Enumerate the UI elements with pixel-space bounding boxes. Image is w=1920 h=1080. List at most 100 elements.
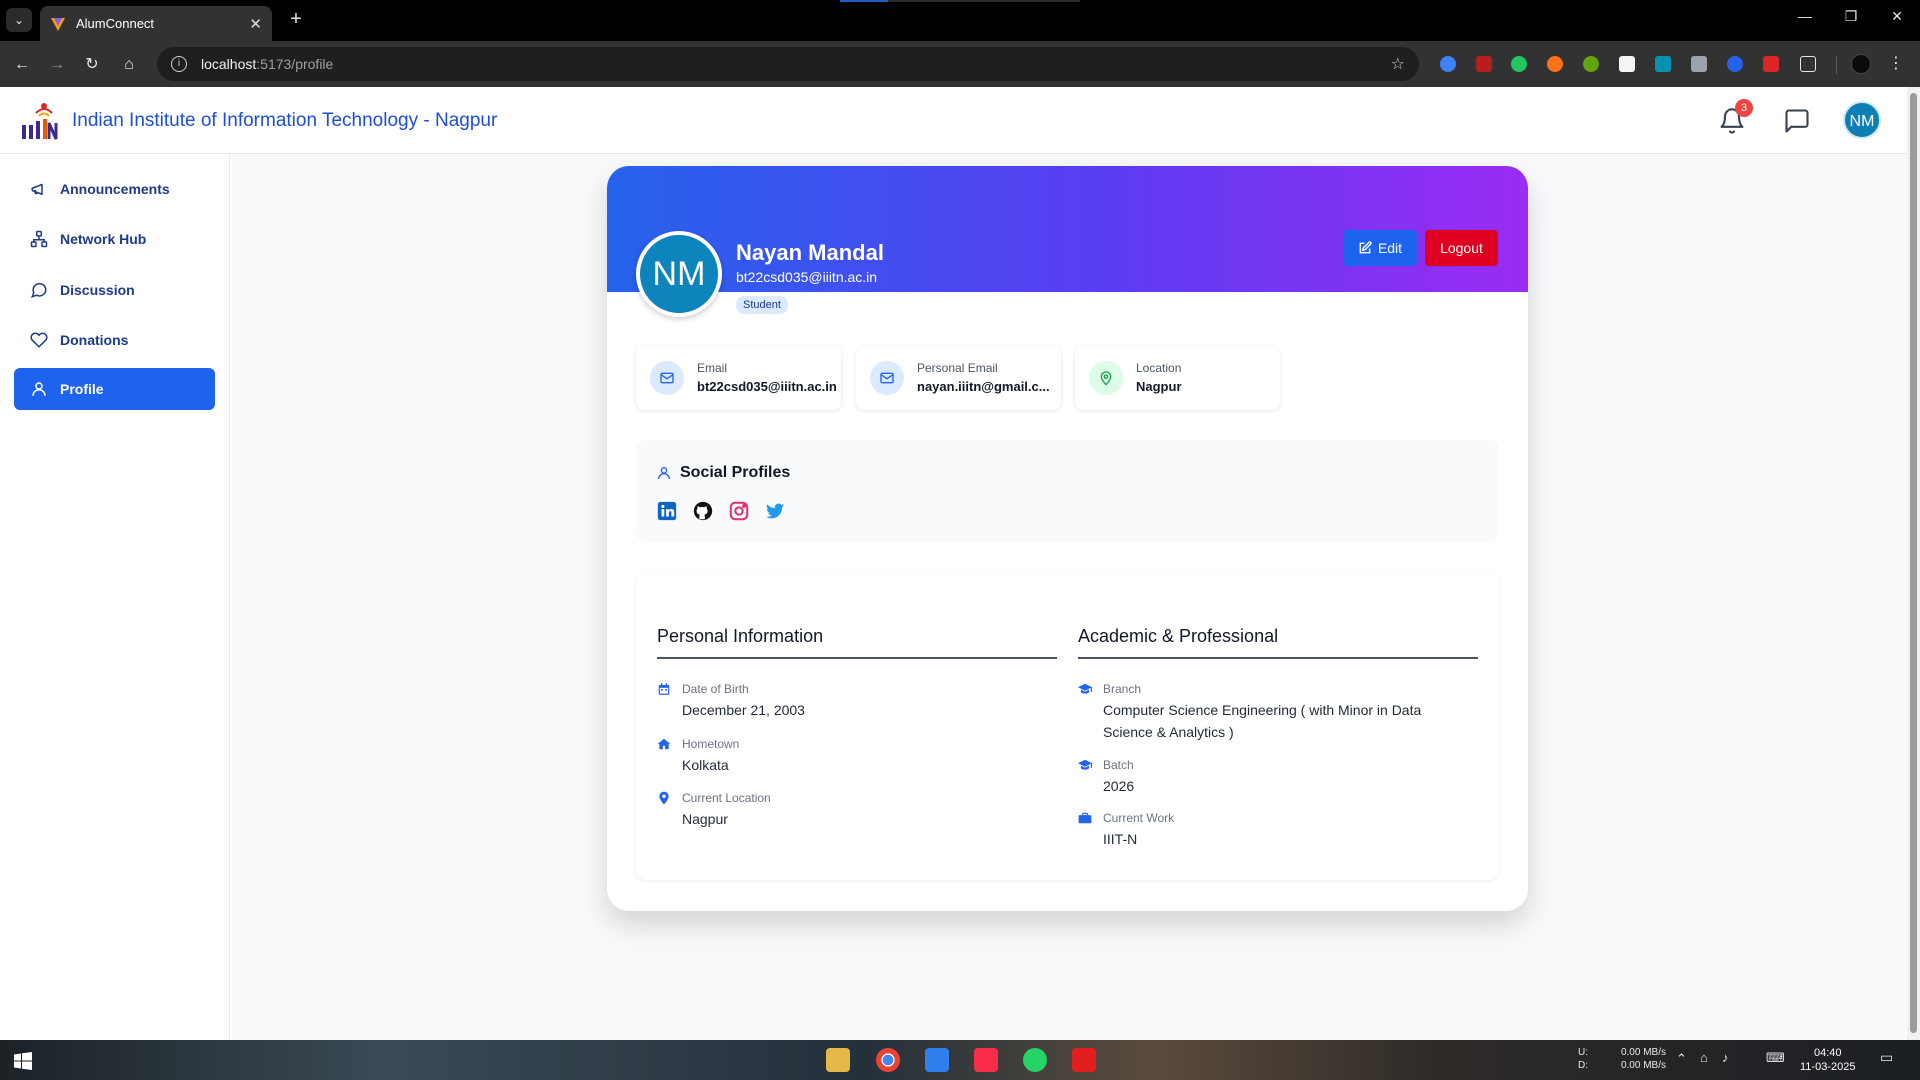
row-value: 2026 <box>1103 778 1135 794</box>
site-info-icon[interactable]: i <box>171 56 187 72</box>
tab-search-button[interactable]: ⌄ <box>6 8 32 32</box>
sidebar-item-label: Donations <box>60 332 129 348</box>
extension-icon[interactable] <box>1655 56 1671 72</box>
profile-name: Nayan Mandal <box>736 240 884 265</box>
row-label: Current Work <box>1103 811 1175 825</box>
home-icon <box>657 738 671 750</box>
extension-icon[interactable] <box>1691 56 1707 72</box>
browser-tab-strip: ⌄ AlumConnect ✕ + — ❐ ✕ <box>0 0 1920 41</box>
restore-button[interactable]: ❐ <box>1828 8 1874 25</box>
twitter-icon[interactable] <box>764 500 786 522</box>
user-icon <box>32 382 46 396</box>
profile-card: NM Nayan Mandal bt22csd035@iiitn.ac.in S… <box>607 166 1528 911</box>
profile-avatar: NM <box>636 231 722 317</box>
net-rates: 0.00 MB/s 0.00 MB/s <box>1616 1046 1666 1072</box>
page-scrollbar[interactable] <box>1907 87 1920 1040</box>
ublock-extension-icon[interactable] <box>1476 56 1492 72</box>
contact-label: Email <box>697 361 728 375</box>
browser-tab[interactable]: AlumConnect ✕ <box>40 6 272 41</box>
contact-label: Personal Email <box>917 361 998 375</box>
browser-toolbar: ← → ↻ ⌂ i localhost :5173/profile ☆ ⋮ <box>0 41 1920 87</box>
extensions-puzzle-icon[interactable] <box>1800 56 1816 72</box>
extension-icon[interactable] <box>1619 56 1635 72</box>
clock-date: 11-03-2025 <box>1800 1061 1856 1073</box>
sidebar-item-network-hub[interactable]: Network Hub <box>14 218 215 260</box>
mail-icon <box>650 361 684 395</box>
scrollbar-thumb[interactable] <box>1910 93 1917 1033</box>
extension-icon[interactable] <box>1547 56 1563 72</box>
linkedin-icon[interactable] <box>656 500 678 522</box>
map-marker-icon <box>659 791 669 805</box>
academic-professional-title: Academic & Professional <box>1078 626 1478 659</box>
notification-count-badge: 3 <box>1735 99 1753 117</box>
url-path: :5173/profile <box>256 56 334 72</box>
logout-button[interactable]: Logout <box>1425 230 1498 266</box>
extension-icon[interactable] <box>1727 56 1743 72</box>
back-icon[interactable]: ← <box>10 53 34 77</box>
sidebar-item-discussion[interactable]: Discussion <box>14 269 215 311</box>
address-bar[interactable]: i localhost :5173/profile ☆ <box>157 47 1419 81</box>
sidebar-item-donations[interactable]: Donations <box>14 319 215 361</box>
sidebar-item-label: Network Hub <box>60 231 147 247</box>
tab-close-icon[interactable]: ✕ <box>249 15 262 33</box>
action-center-icon[interactable]: ▭ <box>1880 1050 1893 1064</box>
message-square-icon[interactable] <box>1783 107 1811 135</box>
bookmark-star-icon[interactable]: ☆ <box>1391 54 1405 74</box>
mail-icon <box>870 361 904 395</box>
graduation-cap-icon <box>1078 683 1092 694</box>
volume-icon[interactable]: ♪ <box>1722 1051 1729 1064</box>
sidebar-item-announcements[interactable]: Announcements <box>14 168 215 210</box>
sidebar-item-profile[interactable]: Profile <box>14 368 215 410</box>
file-explorer-icon[interactable] <box>826 1048 850 1072</box>
browser-profile-avatar[interactable] <box>1851 54 1871 74</box>
vscode-icon[interactable] <box>925 1048 949 1072</box>
chrome-icon[interactable] <box>876 1048 900 1072</box>
contact-value[interactable]: bt22csd035@iiitn.ac.in <box>697 379 837 394</box>
role-badge: Student <box>736 296 788 314</box>
institute-name[interactable]: Indian Institute of Information Technolo… <box>72 110 497 132</box>
row-label: Hometown <box>682 737 740 751</box>
pdf-reader-icon[interactable] <box>1072 1048 1096 1072</box>
reload-icon[interactable]: ↻ <box>80 53 104 77</box>
windows-start-icon[interactable] <box>14 1052 32 1070</box>
minimize-button[interactable]: — <box>1782 8 1828 24</box>
clock-time: 04:40 <box>1813 1047 1842 1059</box>
system-clock[interactable]: 04:40 11-03-2025 <box>1800 1046 1855 1074</box>
edit-button[interactable]: Edit <box>1343 230 1417 266</box>
extension-icon[interactable] <box>1583 56 1599 72</box>
sidebar-item-label: Discussion <box>60 282 135 298</box>
tray-chevron-icon[interactable]: ⌃ <box>1676 1052 1687 1065</box>
user-avatar[interactable]: NM <box>1843 101 1881 139</box>
app-favicon-icon <box>51 17 65 31</box>
hd-extension-icon[interactable] <box>1763 56 1779 72</box>
whatsapp-icon[interactable] <box>1023 1048 1047 1072</box>
extension-icon[interactable] <box>1440 56 1456 72</box>
iiitn-logo-icon <box>22 103 58 140</box>
heart-icon <box>30 332 48 348</box>
extension-icon[interactable] <box>1511 56 1527 72</box>
net-labels: U: D: <box>1578 1046 1588 1072</box>
instagram-icon[interactable] <box>728 500 750 522</box>
net-down-label: D: <box>1578 1060 1588 1071</box>
music-app-icon[interactable] <box>974 1048 998 1072</box>
close-window-button[interactable]: ✕ <box>1874 8 1920 25</box>
network-icon <box>30 230 48 248</box>
tab-title: AlumConnect <box>76 16 155 31</box>
network-icon[interactable]: ⌂ <box>1700 1051 1708 1064</box>
contact-value[interactable]: nayan.iiitn@gmail.c... <box>917 379 1057 394</box>
map-pin-icon <box>1089 361 1123 395</box>
keyboard-icon[interactable]: ⌨ <box>1766 1051 1785 1064</box>
calendar-icon <box>658 683 670 695</box>
new-tab-button[interactable]: + <box>284 8 308 32</box>
up-rate: 0.00 MB/s <box>1620 1047 1666 1058</box>
details-section: Personal Information Academic & Professi… <box>636 574 1499 880</box>
sidebar-item-label: Profile <box>60 381 104 397</box>
row-label: Branch <box>1103 682 1142 696</box>
github-icon[interactable] <box>692 500 714 522</box>
browser-menu-icon[interactable]: ⋮ <box>1888 53 1904 73</box>
forward-icon[interactable]: → <box>45 53 69 77</box>
graduation-cap-icon <box>1078 759 1092 770</box>
home-icon[interactable]: ⌂ <box>117 53 141 77</box>
down-rate: 0.00 MB/s <box>1620 1060 1666 1071</box>
briefcase-icon <box>1078 812 1092 824</box>
